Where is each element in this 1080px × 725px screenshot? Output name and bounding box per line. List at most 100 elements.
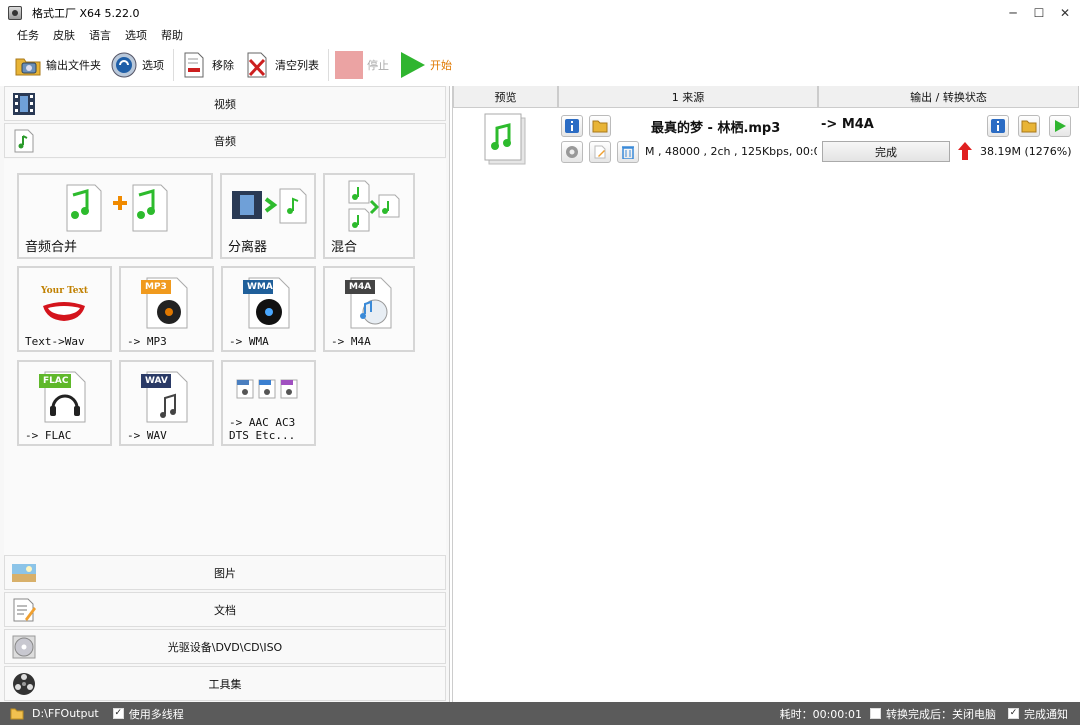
notify-label: 完成通知 <box>1024 707 1068 721</box>
output-folder-button-task[interactable] <box>1018 115 1040 137</box>
category-picture[interactable]: 图片 <box>4 555 446 590</box>
multithread-checkbox[interactable]: ✓ <box>112 708 124 719</box>
title-bar: 格式工厂 X64 5.22.0 ─ ☐ ✕ <box>0 0 1080 26</box>
to-wav-tile[interactable]: WAV -> WAV <box>119 360 214 446</box>
to-mp3-tile[interactable]: MP3 -> MP3 <box>119 266 214 352</box>
menu-task[interactable]: 任务 <box>17 27 39 43</box>
audio-splitter-tile[interactable]: 分离器 <box>220 173 316 259</box>
audio-merge-icon <box>66 184 168 232</box>
minimize-button[interactable]: ─ <box>1002 0 1024 26</box>
category-video[interactable]: 视频 <box>4 86 446 121</box>
play-icon <box>1055 120 1066 132</box>
source-folder-button[interactable] <box>589 115 611 137</box>
clear-list-icon <box>243 51 271 79</box>
folder-icon <box>14 51 42 79</box>
to-others-tile[interactable]: -> AAC AC3 DTS Etc... <box>221 360 316 446</box>
toolbar: 输出文件夹 选项 移除 清空列表 停止 开始 <box>0 44 1080 86</box>
play-output-button[interactable] <box>1049 115 1071 137</box>
header-output[interactable]: 输出 / 转换状态 <box>818 86 1079 108</box>
source-info-button[interactable] <box>561 115 583 137</box>
app-icon <box>8 6 22 20</box>
output-path[interactable]: D:\FFOutput <box>32 707 99 720</box>
task-settings-button[interactable] <box>561 141 583 163</box>
wma-badge: WMA <box>247 282 273 292</box>
header-source[interactable]: 1 来源 <box>558 86 818 108</box>
category-video-label: 视频 <box>214 97 236 111</box>
options-gear-icon <box>110 51 138 79</box>
your-text-badge: Your Text <box>41 286 88 296</box>
picture-icon <box>11 560 37 586</box>
audio-mix-tile[interactable]: 混合 <box>323 173 415 259</box>
text-to-wav-tile[interactable]: Your Text Text->Wav <box>17 266 112 352</box>
trash-icon <box>622 146 634 159</box>
to-wav-label: -> WAV <box>127 429 167 442</box>
after-convert-checkbox[interactable] <box>870 708 881 719</box>
text-to-wav-label: Text->Wav <box>25 335 85 348</box>
category-document[interactable]: 文档 <box>4 592 446 627</box>
audio-file-preview-icon <box>484 113 526 165</box>
menu-help[interactable]: 帮助 <box>161 27 183 43</box>
start-label: 开始 <box>430 59 452 72</box>
audio-merge-tile[interactable]: 音频合并 <box>17 173 213 259</box>
category-audio[interactable]: 音频 <box>4 123 446 158</box>
to-flac-tile[interactable]: FLAC -> FLAC <box>17 360 112 446</box>
to-others-line1: -> AAC AC3 <box>229 416 296 429</box>
category-tools[interactable]: 工具集 <box>4 666 446 701</box>
to-m4a-tile[interactable]: M4A -> M4A <box>323 266 415 352</box>
toolbar-divider <box>173 49 174 81</box>
folder-icon <box>592 120 608 133</box>
menu-bar: 任务 皮肤 语言 选项 帮助 <box>0 26 1080 44</box>
multithread-label: 使用多线程 <box>128 707 184 721</box>
category-disc[interactable]: 光驱设备\DVD\CD\ISO <box>4 629 446 664</box>
output-folder-button[interactable]: 输出文件夹 <box>14 47 101 83</box>
task-status-button[interactable]: 完成 <box>822 141 950 162</box>
play-icon <box>398 51 426 79</box>
multi-format-icon <box>236 379 298 399</box>
output-folder-label: 输出文件夹 <box>46 59 101 72</box>
category-picture-label: 图片 <box>214 566 236 580</box>
flac-badge: FLAC <box>43 376 69 386</box>
remove-button[interactable]: 移除 <box>180 47 234 83</box>
close-button[interactable]: ✕ <box>1054 0 1076 26</box>
film-icon <box>11 91 37 117</box>
stop-icon <box>335 51 363 79</box>
task-delete-button[interactable] <box>617 141 639 163</box>
splitter-icon <box>232 188 307 224</box>
start-button[interactable]: 开始 <box>398 47 452 83</box>
audio-tools-grid: 音频合并 分离器 混合 Your Text Text->Wav MP3 -> M… <box>4 159 446 555</box>
output-info-button[interactable] <box>987 115 1009 137</box>
stop-button[interactable]: 停止 <box>335 47 389 83</box>
info-icon <box>565 119 579 133</box>
to-wma-tile[interactable]: WMA -> WMA <box>221 266 316 352</box>
folder-icon <box>10 708 24 720</box>
folder-icon <box>1021 120 1037 133</box>
to-wma-label: -> WMA <box>229 335 269 348</box>
header-preview[interactable]: 预览 <box>453 86 558 108</box>
elapsed-time: 耗时：00:00:01 <box>779 707 862 721</box>
options-button[interactable]: 选项 <box>110 47 164 83</box>
task-filename: 最真的梦 - 林栖.mp3 <box>651 121 781 136</box>
gear-icon <box>566 146 578 158</box>
remove-label: 移除 <box>212 59 234 72</box>
category-disc-label: 光驱设备\DVD\CD\ISO <box>167 640 283 654</box>
window-title: 格式工厂 X64 5.22.0 <box>32 7 140 20</box>
options-label: 选项 <box>142 59 164 72</box>
to-others-label: -> AAC AC3 DTS Etc... <box>229 416 295 442</box>
edit-file-icon <box>594 145 606 159</box>
task-edit-button[interactable] <box>589 141 611 163</box>
to-mp3-label: -> MP3 <box>127 335 167 348</box>
task-size-ratio: 38.19M (1276%) <box>980 145 1072 158</box>
clear-list-button[interactable]: 清空列表 <box>243 47 319 83</box>
notify-checkbox[interactable]: ✓ <box>1008 708 1019 719</box>
maximize-button[interactable]: ☐ <box>1028 0 1050 26</box>
window-controls: ─ ☐ ✕ <box>1002 0 1080 26</box>
audio-mix-label: 混合 <box>331 240 358 255</box>
menu-skin[interactable]: 皮肤 <box>53 27 75 43</box>
stop-label: 停止 <box>367 59 389 72</box>
menu-options[interactable]: 选项 <box>125 27 147 43</box>
category-audio-label: 音频 <box>214 134 236 148</box>
task-list-panel: 预览 1 来源 输出 / 转换状态 最真的梦 - 林栖.mp3 -> M4A M… <box>452 86 1080 702</box>
menu-language[interactable]: 语言 <box>89 27 111 43</box>
arrow-up-icon <box>958 142 972 160</box>
m4a-badge: M4A <box>349 282 372 292</box>
